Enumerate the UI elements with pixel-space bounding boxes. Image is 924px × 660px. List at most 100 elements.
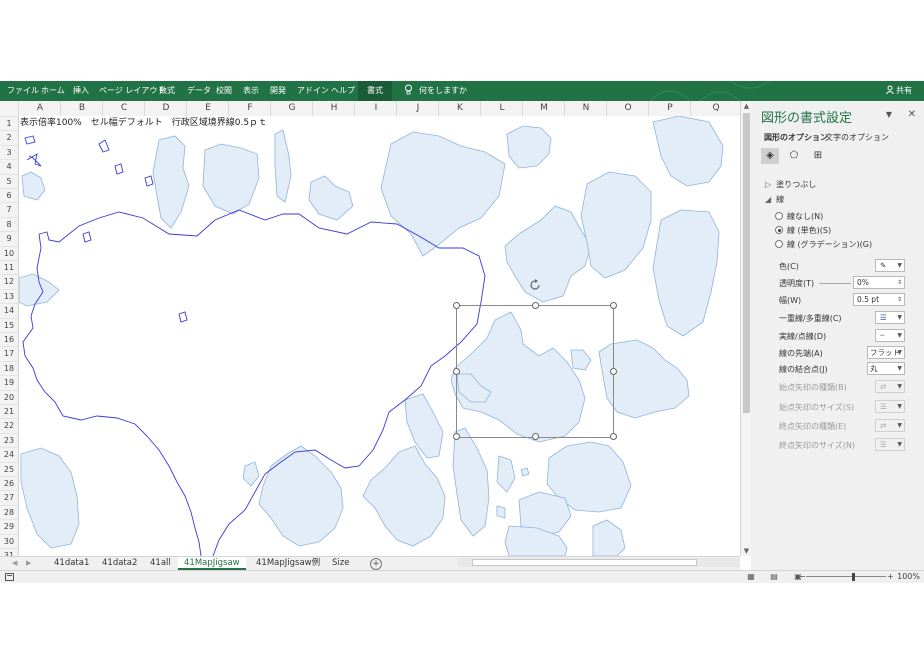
sheet-tab[interactable]: Size [332, 557, 349, 570]
select-all-corner[interactable] [0, 101, 18, 116]
resize-handle[interactable] [453, 368, 460, 375]
tab-shape-options[interactable]: 図形のオプション [764, 132, 828, 143]
tab-review[interactable]: 校閲 [216, 81, 232, 101]
column-header[interactable]: H [312, 101, 355, 116]
join-type-dropdown[interactable]: 丸 ▼ [867, 362, 905, 375]
row-header[interactable]: 4 [0, 159, 18, 173]
row-header[interactable]: 19 [0, 375, 18, 389]
zoom-slider-knob[interactable] [852, 573, 855, 581]
fill-section-header[interactable]: ▷ 塗りつぶし [765, 179, 816, 190]
tab-formulas[interactable]: 数式 [159, 81, 175, 101]
shape-selection-box[interactable] [456, 305, 614, 438]
column-header[interactable]: P [648, 101, 691, 116]
row-header[interactable]: 27 [0, 490, 18, 504]
sheet-tab[interactable]: 41MapJigsaw例 [256, 557, 320, 570]
column-header[interactable]: D [144, 101, 187, 116]
tab-text-options[interactable]: 文字のオプション [825, 132, 889, 143]
row-header[interactable]: 18 [0, 360, 18, 375]
resize-handle[interactable] [610, 302, 617, 309]
size-properties-icon[interactable]: ⊞ [809, 148, 827, 164]
spinner-icon[interactable]: ⇕ [897, 277, 902, 288]
row-header[interactable]: 11 [0, 260, 18, 274]
row-header[interactable]: 3 [0, 144, 18, 159]
column-header[interactable]: E [186, 101, 229, 116]
row-header[interactable]: 25 [0, 461, 18, 476]
worksheet-area[interactable]: 表示倍率100% セル幅デフォルト 行政区域境界線0.5ｐｔ [19, 116, 740, 556]
zoom-in-button[interactable]: + [887, 571, 894, 583]
row-header[interactable]: 1 [0, 116, 18, 130]
radio-line-none[interactable]: 線なし(N) [775, 211, 823, 222]
row-header[interactable]: 20 [0, 389, 18, 404]
begin-arrow-size-dropdown[interactable]: ☰ ▼ [875, 400, 905, 413]
column-header[interactable]: M [522, 101, 565, 116]
resize-handle[interactable] [532, 302, 539, 309]
compound-type-dropdown[interactable]: ☰ ▼ [875, 311, 905, 324]
column-header[interactable]: C [102, 101, 145, 116]
row-header[interactable]: 13 [0, 288, 18, 303]
vertical-scroll-thumb[interactable] [743, 113, 750, 413]
begin-arrow-type-dropdown[interactable]: ⇄ ▼ [875, 380, 905, 393]
row-header[interactable]: 5 [0, 173, 18, 188]
column-header[interactable]: N [564, 101, 607, 116]
sheet-tab-active[interactable]: 41MapJigsaw [178, 557, 246, 570]
cell-a1-note[interactable]: 表示倍率100% セル幅デフォルト 行政区域境界線0.5ｐｔ [20, 116, 267, 130]
macro-record-icon[interactable] [5, 573, 14, 581]
rotate-handle-icon[interactable] [528, 278, 542, 292]
row-header[interactable]: 21 [0, 404, 18, 418]
row-header[interactable]: 30 [0, 533, 18, 548]
row-header[interactable]: 17 [0, 346, 18, 360]
tab-developer[interactable]: 開発 [270, 81, 286, 101]
row-header[interactable]: 6 [0, 188, 18, 202]
column-header[interactable]: F [228, 101, 271, 116]
sheet-tab[interactable]: 41data2 [102, 557, 137, 570]
tab-view[interactable]: 表示 [243, 81, 259, 101]
tell-me-box[interactable]: 何をしますか [404, 81, 467, 101]
tab-addins[interactable]: アドイン [297, 81, 329, 101]
row-header[interactable]: 16 [0, 332, 18, 346]
row-header[interactable]: 24 [0, 447, 18, 461]
sheet-tab[interactable]: 41all [150, 557, 171, 570]
row-header[interactable]: 2 [0, 130, 18, 144]
tab-help[interactable]: ヘルプ [331, 81, 355, 101]
zoom-slider[interactable] [806, 576, 886, 577]
column-header[interactable]: A [18, 101, 61, 116]
row-header[interactable]: 9 [0, 231, 18, 245]
line-color-picker[interactable]: ✎ ▼ [875, 259, 905, 272]
column-header[interactable]: L [480, 101, 523, 116]
fill-line-icon[interactable]: ◈ [761, 148, 779, 164]
row-header[interactable]: 8 [0, 216, 18, 231]
resize-handle[interactable] [453, 302, 460, 309]
tab-data[interactable]: データ [187, 81, 211, 101]
row-header[interactable]: 26 [0, 476, 18, 490]
zoom-level[interactable]: 100% [897, 571, 920, 583]
sheet-tab[interactable]: 41data1 [54, 557, 89, 570]
column-header[interactable]: I [354, 101, 397, 116]
zoom-out-button[interactable]: − [799, 571, 806, 583]
end-arrow-size-dropdown[interactable]: ☰ ▼ [875, 438, 905, 451]
transparency-input[interactable]: 0% ⇕ [853, 276, 905, 289]
effects-pentagon-icon[interactable]: ⬠ [785, 148, 803, 164]
row-header[interactable]: 31 [0, 548, 18, 556]
resize-handle[interactable] [610, 433, 617, 440]
column-header[interactable]: K [438, 101, 481, 116]
tab-insert[interactable]: 挿入 [73, 81, 89, 101]
cap-type-dropdown[interactable]: フラット ▼ [867, 346, 905, 359]
row-header[interactable]: 28 [0, 504, 18, 519]
radio-line-solid[interactable]: 線 (単色)(S) [775, 225, 831, 236]
resize-handle[interactable] [453, 433, 460, 440]
column-header[interactable]: G [270, 101, 313, 116]
resize-handle[interactable] [610, 368, 617, 375]
transparency-slider[interactable] [819, 283, 851, 284]
horizontal-scrollbar[interactable] [458, 558, 740, 567]
resize-handle[interactable] [532, 433, 539, 440]
width-input[interactable]: 0.5 pt ⇕ [853, 293, 905, 306]
end-arrow-type-dropdown[interactable]: ⇄ ▼ [875, 419, 905, 432]
new-sheet-icon[interactable]: + [370, 558, 382, 570]
tab-file[interactable]: ファイル [7, 81, 39, 101]
close-icon[interactable]: ✕ [908, 109, 916, 120]
row-header[interactable]: 10 [0, 245, 18, 260]
tab-home[interactable]: ホーム [41, 81, 65, 101]
row-header[interactable]: 7 [0, 202, 18, 216]
tab-page-layout[interactable]: ページ レイアウト [99, 81, 165, 101]
column-header[interactable]: J [396, 101, 439, 116]
